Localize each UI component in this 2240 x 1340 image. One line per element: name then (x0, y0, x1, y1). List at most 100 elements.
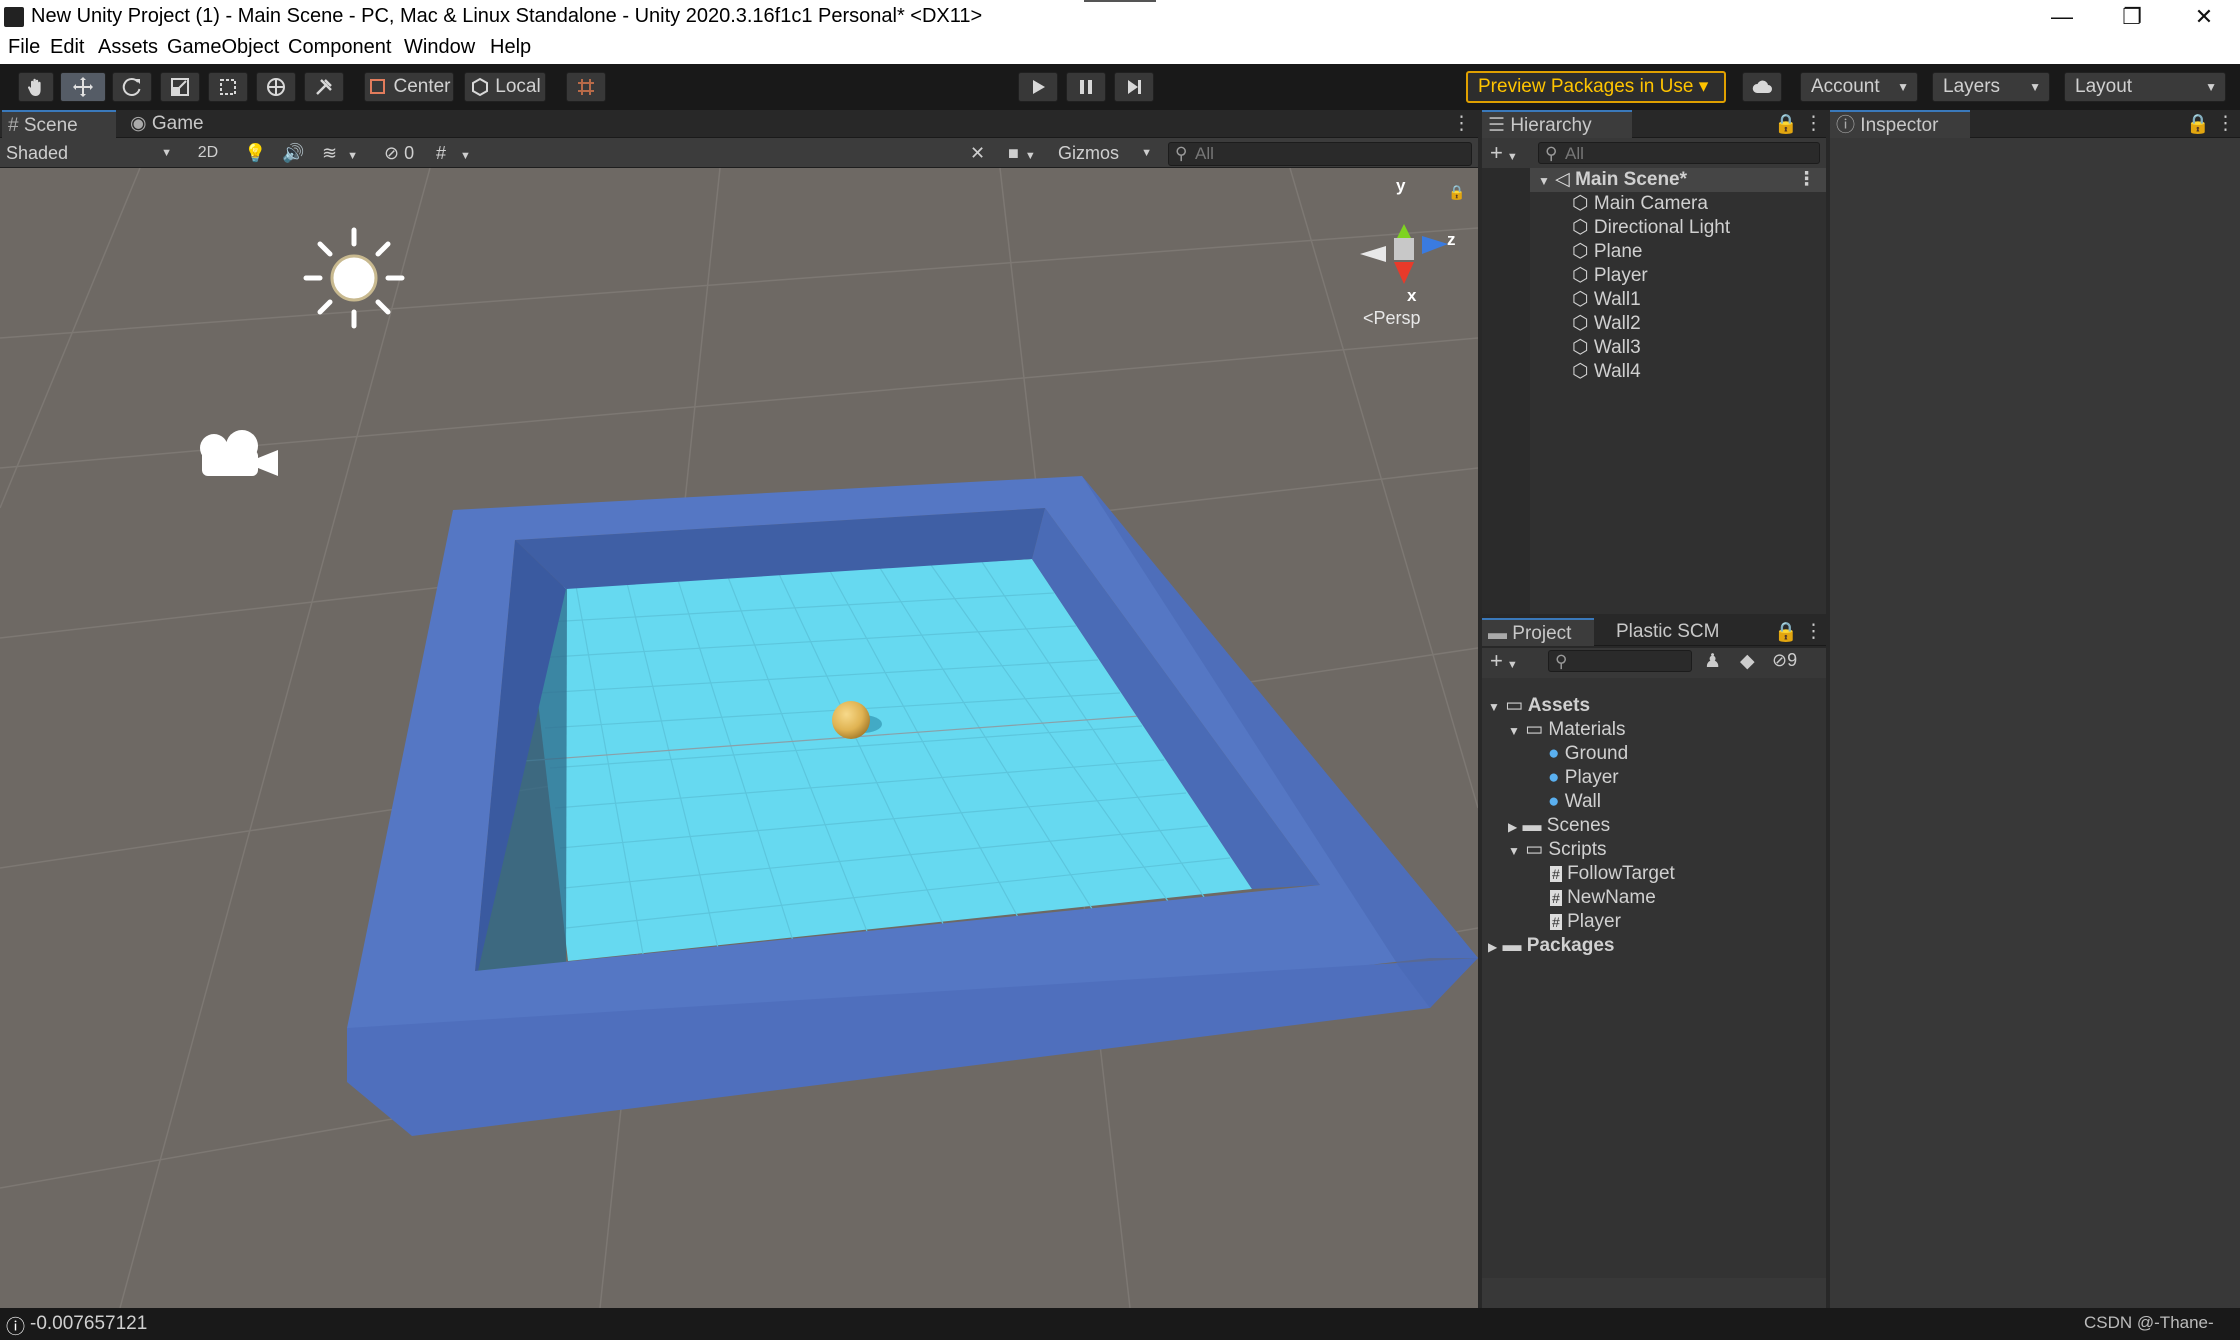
player-sphere[interactable] (832, 701, 870, 739)
hierarchy-item-wall3[interactable]: ⬡ Wall3 (1572, 336, 1641, 360)
tree-scripts[interactable]: ▼ ▭ Scripts (1508, 838, 1606, 862)
directional-light-icon[interactable] (303, 227, 405, 329)
scene-search-input[interactable]: ⚲ All (1168, 142, 1472, 166)
rect-tool-button[interactable] (208, 72, 248, 102)
pivot-center-button[interactable]: Center (364, 72, 454, 102)
shading-mode-dropdown[interactable]: Shaded ▼ (6, 141, 176, 165)
hierarchy-item-wall1[interactable]: ⬡ Wall1 (1572, 288, 1641, 312)
orientation-gizmo[interactable] (1360, 224, 1448, 284)
project-search-input[interactable]: ⚲ (1548, 650, 1692, 672)
tree-script-player[interactable]: # Player (1550, 910, 1621, 934)
hierarchy-search-input[interactable]: ⚲ All (1538, 142, 1820, 164)
folder-icon: ▬ (1502, 935, 1522, 956)
kebab-menu-icon[interactable]: ⋮ (1797, 168, 1816, 192)
tab-plastic-scm[interactable]: Plastic SCM (1610, 618, 1750, 646)
tree-packages[interactable]: ▶ ▬ Packages (1488, 934, 1614, 958)
camera-settings-dropdown[interactable]: ■ ▼ (1008, 141, 1048, 165)
tab-game[interactable]: ◉ Game (124, 110, 224, 138)
info-icon: ⓘ (6, 1317, 26, 1338)
tree-script-followtarget[interactable]: # FollowTarget (1550, 862, 1675, 886)
move-tool-button[interactable] (60, 72, 106, 102)
scene-tab-menu-button[interactable]: ⋮ (1446, 110, 1471, 138)
menu-assets[interactable]: Assets (98, 36, 158, 59)
lock-icon[interactable]: 🔒 (1774, 112, 1798, 136)
grid-dropdown[interactable]: # ▼ (436, 141, 482, 165)
menu-edit[interactable]: Edit (50, 36, 84, 59)
gameobject-cube-icon: ⬡ (1572, 265, 1589, 286)
project-tab-bar: ▬ Project Plastic SCM 🔒 ⋮ (1482, 618, 1826, 646)
account-dropdown[interactable]: Account ▼ (1800, 72, 1918, 102)
menu-component[interactable]: Component (288, 36, 391, 59)
window-title-bar: New Unity Project (1) - Main Scene - PC,… (0, 0, 2240, 34)
rotate-tool-button[interactable] (112, 72, 152, 102)
tab-hierarchy[interactable]: ☰ Hierarchy (1482, 110, 1632, 138)
lock-icon[interactable]: 🔒 (1448, 184, 1465, 201)
pause-button[interactable] (1066, 72, 1106, 102)
audio-toggle-button[interactable]: 🔊 (282, 141, 306, 165)
hidden-objects-toggle[interactable]: ⊘ 0 (384, 141, 430, 165)
scale-tool-button[interactable] (160, 72, 200, 102)
project-create-button[interactable]: + ▼ (1490, 648, 1530, 674)
hierarchy-item-main-camera[interactable]: ⬡ Main Camera (1572, 192, 1708, 216)
menu-gameobject[interactable]: GameObject (167, 36, 279, 59)
chevron-down-icon: ▼ (460, 150, 471, 162)
kebab-menu-icon[interactable]: ⋮ (1804, 112, 1823, 135)
play-button[interactable] (1018, 72, 1058, 102)
cloud-button[interactable] (1742, 72, 1782, 102)
close-button[interactable]: ✕ (2172, 0, 2236, 34)
tab-inspector[interactable]: ⓘ Inspector (1830, 110, 1970, 138)
lock-icon[interactable]: 🔒 (1774, 620, 1798, 644)
layout-dropdown[interactable]: Layout ▼ (2064, 72, 2226, 102)
project-hidden-toggle[interactable]: ⊘9 (1772, 650, 1797, 671)
hierarchy-item-wall2[interactable]: ⬡ Wall2 (1572, 312, 1641, 336)
tree-scripts-label: Scripts (1548, 839, 1607, 860)
grid-snap-button[interactable] (566, 72, 606, 102)
tab-scene[interactable]: # Scene (2, 110, 116, 138)
minimize-button[interactable]: — (2030, 0, 2094, 34)
tree-assets[interactable]: ▼ ▭ Assets (1488, 694, 1590, 718)
tree-material-wall[interactable]: ● Wall (1548, 790, 1601, 814)
filter-by-label-icon[interactable]: ◆ (1740, 650, 1755, 673)
tree-material-ground[interactable]: ● Ground (1548, 742, 1628, 766)
main-camera-icon[interactable] (200, 430, 278, 476)
perspective-toggle[interactable]: <Persp (1363, 308, 1421, 329)
transform-tool-button[interactable] (256, 72, 296, 102)
menu-window[interactable]: Window (404, 36, 475, 59)
tree-materials[interactable]: ▼ ▭ Materials (1508, 718, 1625, 742)
grid-snap-icon (578, 79, 594, 95)
hand-tool-button[interactable] (18, 72, 54, 102)
tree-script-newname[interactable]: # NewName (1550, 886, 1656, 910)
hierarchy-item-directional-light[interactable]: ⬡ Directional Light (1572, 216, 1730, 240)
tree-scenes[interactable]: ▶ ▬ Scenes (1508, 814, 1610, 838)
gizmo-x-label: x (1407, 286, 1417, 305)
pivot-local-button[interactable]: Local (464, 72, 546, 102)
filter-by-type-icon[interactable]: ♟ (1704, 650, 1721, 673)
2d-toggle-button[interactable]: 2D (192, 141, 224, 165)
lighting-toggle-button[interactable]: 💡 (244, 141, 268, 165)
gameobject-cube-icon: ⬡ (1572, 361, 1589, 382)
scene-world[interactable] (0, 168, 1478, 1308)
scene-viewport[interactable]: y z x <Persp 🔒 (0, 168, 1478, 1308)
scene-root[interactable]: ▼ ◁ Main Scene* ⋮ (1530, 168, 1826, 192)
step-button[interactable] (1114, 72, 1154, 102)
restore-button[interactable]: ❐ (2100, 0, 2164, 34)
console-message[interactable]: -0.007657121 (30, 1313, 147, 1335)
scene-tools-button[interactable]: ✕ (970, 141, 994, 165)
kebab-menu-icon[interactable]: ⋮ (1804, 620, 1823, 643)
menu-help[interactable]: Help (490, 36, 531, 59)
chevron-down-icon: ▼ (1506, 659, 1518, 671)
lock-icon[interactable]: 🔒 (2186, 112, 2210, 136)
layers-dropdown[interactable]: Layers ▼ (1932, 72, 2050, 102)
custom-tool-button[interactable] (304, 72, 344, 102)
hierarchy-item-wall4[interactable]: ⬡ Wall4 (1572, 360, 1641, 384)
tree-material-player[interactable]: ● Player (1548, 766, 1619, 790)
tab-project[interactable]: ▬ Project (1482, 618, 1594, 646)
hierarchy-item-plane[interactable]: ⬡ Plane (1572, 240, 1642, 264)
effects-dropdown[interactable]: ≋ ▼ (322, 141, 368, 165)
menu-file[interactable]: File (8, 36, 40, 59)
preview-packages-button[interactable]: Preview Packages in Use ▾ (1466, 71, 1726, 103)
hierarchy-item-player[interactable]: ⬡ Player (1572, 264, 1648, 288)
create-button[interactable]: + ▼ (1490, 140, 1530, 166)
gizmos-dropdown[interactable]: Gizmos ▼ (1058, 141, 1152, 165)
kebab-menu-icon[interactable]: ⋮ (2216, 112, 2235, 135)
